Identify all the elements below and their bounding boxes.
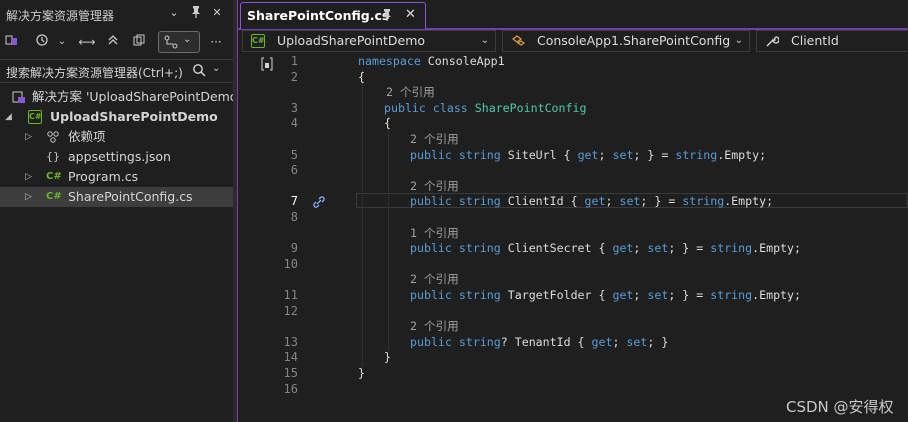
history-icon[interactable] [34, 33, 50, 51]
class-icon [512, 35, 525, 46]
line-number: 3 [290, 100, 298, 115]
code-area[interactable]: 1 2 3 4 5 6 7 8 9 10 11 12 13 14 15 16 n… [238, 54, 908, 422]
code-lens-references[interactable]: 2 个引用 [410, 272, 459, 288]
line-number: 10 [283, 256, 298, 271]
csharp-file-icon: C# [46, 191, 62, 202]
code-line-14: } [384, 350, 391, 365]
chevron-down-icon[interactable]: ⌄ [166, 5, 182, 21]
collapse-all-icon[interactable] [104, 33, 122, 51]
collapsed-arrow-icon[interactable]: ▷ [25, 187, 35, 207]
expanded-arrow-icon[interactable]: ◢ [5, 107, 15, 127]
code-lens-references[interactable]: 2 个引用 [410, 319, 459, 335]
pin-icon[interactable] [381, 8, 393, 25]
indent-guide [388, 116, 389, 350]
search-input[interactable]: 搜索解决方案资源管理器(Ctrl+;) [6, 64, 183, 81]
tree-item-appsettings[interactable]: {} appsettings.json [0, 147, 233, 167]
code-editor: SharePointConfig.cs ✕ C# UploadSharePoin… [238, 0, 908, 422]
sync-arrows-icon[interactable]: ⟷ [78, 33, 96, 51]
filter-toggle-button[interactable]: ⌄ [158, 31, 200, 53]
collapsed-arrow-icon[interactable]: ▷ [25, 167, 35, 187]
watermark-text: CSDN @安得权 [786, 398, 894, 416]
json-file-icon: {} [46, 150, 60, 163]
csharp-file-icon: C# [46, 171, 62, 182]
code-lens-references[interactable]: 1 个引用 [410, 226, 459, 242]
search-box[interactable]: 搜索解决方案资源管理器(Ctrl+;) ⌄ [0, 59, 233, 83]
close-icon[interactable]: ✕ [405, 7, 416, 22]
code-line-2: { [358, 69, 365, 84]
tree-item-label: 解决方案 'UploadSharePointDemo' [32, 89, 241, 104]
code-lens-references[interactable]: 2 个引用 [410, 132, 459, 148]
line-number: 11 [283, 288, 298, 302]
solution-explorer-toolbar: ⌄ ⟷ ⌄ ··· [0, 29, 233, 55]
solution-explorer-panel: 解决方案资源管理器 ⌄ ✕ ⌄ ⟷ ⌄ ··· 搜索解决方案资源管理器(Ctrl… [0, 0, 241, 422]
code-line-5: public string SiteUrl { get; set; } = st… [410, 147, 767, 162]
line-number: 14 [283, 350, 298, 365]
link-icon[interactable] [312, 195, 326, 209]
chevron-down-icon: ⌄ [480, 35, 489, 46]
project-dropdown-value: UploadSharePointDemo [277, 33, 426, 48]
line-number: 8 [290, 210, 298, 224]
tree-item-label: UploadSharePointDemo [50, 109, 218, 124]
tab-label: SharePointConfig.cs [247, 8, 390, 23]
line-number: 9 [290, 241, 298, 256]
project-dropdown[interactable]: C# UploadSharePointDemo ⌄ [242, 30, 496, 52]
more-options-icon[interactable]: ··· [208, 33, 224, 51]
code-lens-references[interactable]: 2 个引用 [410, 179, 459, 195]
chevron-down-icon[interactable]: ⌄ [212, 63, 220, 74]
code-line-3: public class SharePointConfig [384, 100, 587, 115]
search-icon[interactable] [192, 63, 206, 77]
line-number: 6 [290, 163, 298, 178]
indicator-margin [238, 54, 256, 422]
close-icon[interactable]: ✕ [209, 5, 225, 21]
tree-item-solution[interactable]: 解决方案 'UploadSharePointDemo' [0, 87, 241, 107]
copy-icon[interactable] [130, 33, 148, 51]
tab-sharepointconfig[interactable]: SharePointConfig.cs ✕ [240, 2, 426, 29]
line-number: 12 [283, 303, 298, 318]
code-line-15: } [358, 366, 365, 380]
line-number: 1 [290, 54, 298, 68]
chevron-down-icon: ⌄ [734, 35, 743, 46]
tree-item-project[interactable]: ◢ C# UploadSharePointDemo [0, 107, 233, 127]
tree-item-label: Program.cs [68, 169, 139, 184]
tree-item-label: appsettings.json [68, 149, 171, 164]
code-line-9: public string ClientSecret { get; set; }… [410, 241, 801, 256]
indent-guide [362, 70, 363, 366]
switch-views-icon[interactable] [4, 33, 20, 51]
tree-item-label: 依赖项 [68, 129, 106, 144]
line-number: 16 [283, 381, 298, 396]
panel-title: 解决方案资源管理器 [6, 9, 115, 23]
code-line-1: namespace ConsoleApp1 [358, 54, 505, 68]
tree-item-sharepointconfig[interactable]: ▷ C# SharePointConfig.cs [0, 187, 233, 207]
solution-icon [12, 91, 25, 103]
chevron-down-icon[interactable]: ⌄ [56, 33, 68, 51]
pin-icon[interactable] [188, 5, 204, 21]
code-line-7: public string ClientId { get; set; } = s… [410, 194, 774, 209]
document-tab-strip: SharePointConfig.cs ✕ [238, 0, 908, 30]
navigation-bar: C# UploadSharePointDemo ⌄ ConsoleApp1.Sh… [238, 30, 908, 52]
code-line-13: public string? TenantId { get; set; } [410, 334, 669, 349]
code-line-4: { [384, 116, 391, 131]
line-number: 15 [283, 366, 298, 380]
line-number: 13 [283, 334, 298, 349]
line-number-current: 7 [290, 194, 298, 209]
csharp-project-icon: C# [28, 110, 42, 124]
member-dropdown-value: ClientId [791, 33, 839, 48]
type-dropdown-value: ConsoleApp1.SharePointConfig [537, 33, 731, 48]
member-dropdown[interactable]: ClientId [756, 30, 907, 52]
tree-item-program[interactable]: ▷ C# Program.cs [0, 167, 233, 187]
line-number: 5 [290, 147, 298, 162]
code-line-11: public string TargetFolder { get; set; }… [410, 288, 801, 302]
csharp-project-icon: C# [251, 34, 265, 48]
collapsed-arrow-icon[interactable]: ▷ [25, 127, 35, 147]
tree-item-dependencies[interactable]: ▷ 依赖项 [0, 127, 233, 147]
dependencies-icon [47, 131, 59, 143]
type-dropdown[interactable]: ConsoleApp1.SharePointConfig ⌄ [502, 30, 750, 52]
line-number: 4 [290, 116, 298, 131]
line-number: 2 [290, 69, 298, 84]
wrench-icon [766, 36, 779, 47]
code-lens-references[interactable]: 2 个引用 [386, 85, 435, 101]
tree-item-label: SharePointConfig.cs [68, 189, 193, 204]
